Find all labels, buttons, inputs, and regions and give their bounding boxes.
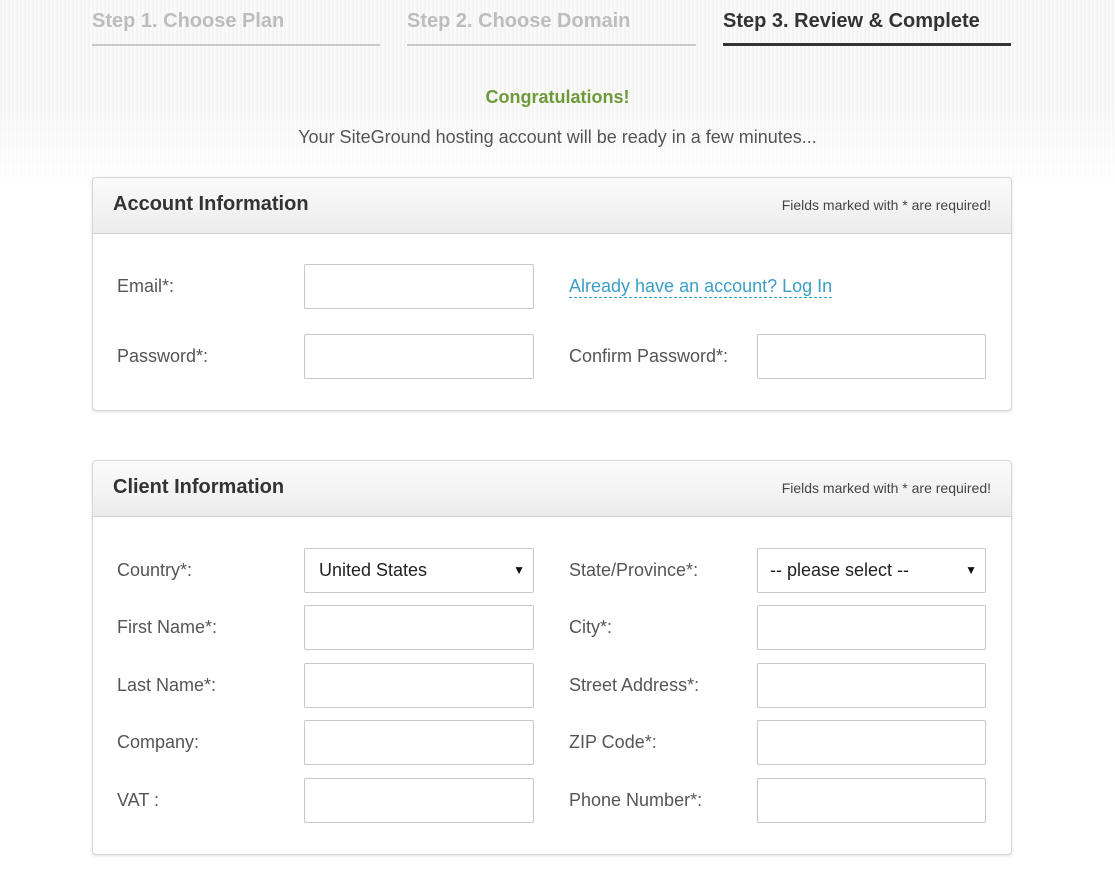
confirm-password-label: Confirm Password*: xyxy=(569,346,729,366)
password-label: Password*: xyxy=(117,346,209,366)
state-select[interactable]: -- please select -- ▼ xyxy=(757,548,986,593)
vat-field[interactable] xyxy=(304,778,534,823)
checkout-steps: Step 1. Choose Plan Step 2. Choose Domai… xyxy=(0,0,1115,50)
required-note: Fields marked with * are required! xyxy=(781,197,991,213)
dropdown-arrow-icon: ▼ xyxy=(513,563,525,577)
phone-number-field[interactable] xyxy=(757,778,986,823)
street-address-field[interactable] xyxy=(757,663,986,708)
step-choose-domain[interactable]: Step 2. Choose Domain xyxy=(407,10,696,46)
company-field[interactable] xyxy=(304,720,534,765)
account-panel-header: Account Information Fields marked with *… xyxy=(93,178,1011,234)
congrats-heading: Congratulations! xyxy=(485,87,630,107)
confirm-password-field[interactable] xyxy=(757,334,986,379)
last-name-label: Last Name*: xyxy=(117,675,217,695)
login-link[interactable]: Already have an account? Log In xyxy=(569,276,833,298)
client-panel-header: Client Information Fields marked with * … xyxy=(93,461,1011,517)
city-field[interactable] xyxy=(757,605,986,650)
step-review-complete[interactable]: Step 3. Review & Complete xyxy=(723,10,1011,46)
state-selected-value: -- please select -- xyxy=(770,560,910,580)
zip-code-label: ZIP Code*: xyxy=(569,732,657,752)
country-select[interactable]: United States ▼ xyxy=(304,548,534,593)
zip-code-field[interactable] xyxy=(757,720,986,765)
step-choose-plan[interactable]: Step 1. Choose Plan xyxy=(92,10,380,46)
vat-label: VAT : xyxy=(117,790,160,810)
email-field[interactable] xyxy=(304,264,534,309)
required-note: Fields marked with * are required! xyxy=(781,480,991,496)
last-name-field[interactable] xyxy=(304,663,534,708)
ready-message: Your SiteGround hosting account will be … xyxy=(298,127,817,147)
client-panel-title: Client Information xyxy=(113,476,285,498)
country-selected-value: United States xyxy=(319,560,428,580)
state-label: State/Province*: xyxy=(569,560,699,580)
account-panel-title: Account Information xyxy=(113,193,309,215)
email-label: Email*: xyxy=(117,276,175,296)
company-label: Company: xyxy=(117,732,200,752)
country-label: Country*: xyxy=(117,560,193,580)
first-name-field[interactable] xyxy=(304,605,534,650)
phone-number-label: Phone Number*: xyxy=(569,790,703,810)
dropdown-arrow-icon: ▼ xyxy=(965,563,977,577)
street-address-label: Street Address*: xyxy=(569,675,700,695)
password-field[interactable] xyxy=(304,334,534,379)
city-label: City*: xyxy=(569,617,613,637)
first-name-label: First Name*: xyxy=(117,617,218,637)
